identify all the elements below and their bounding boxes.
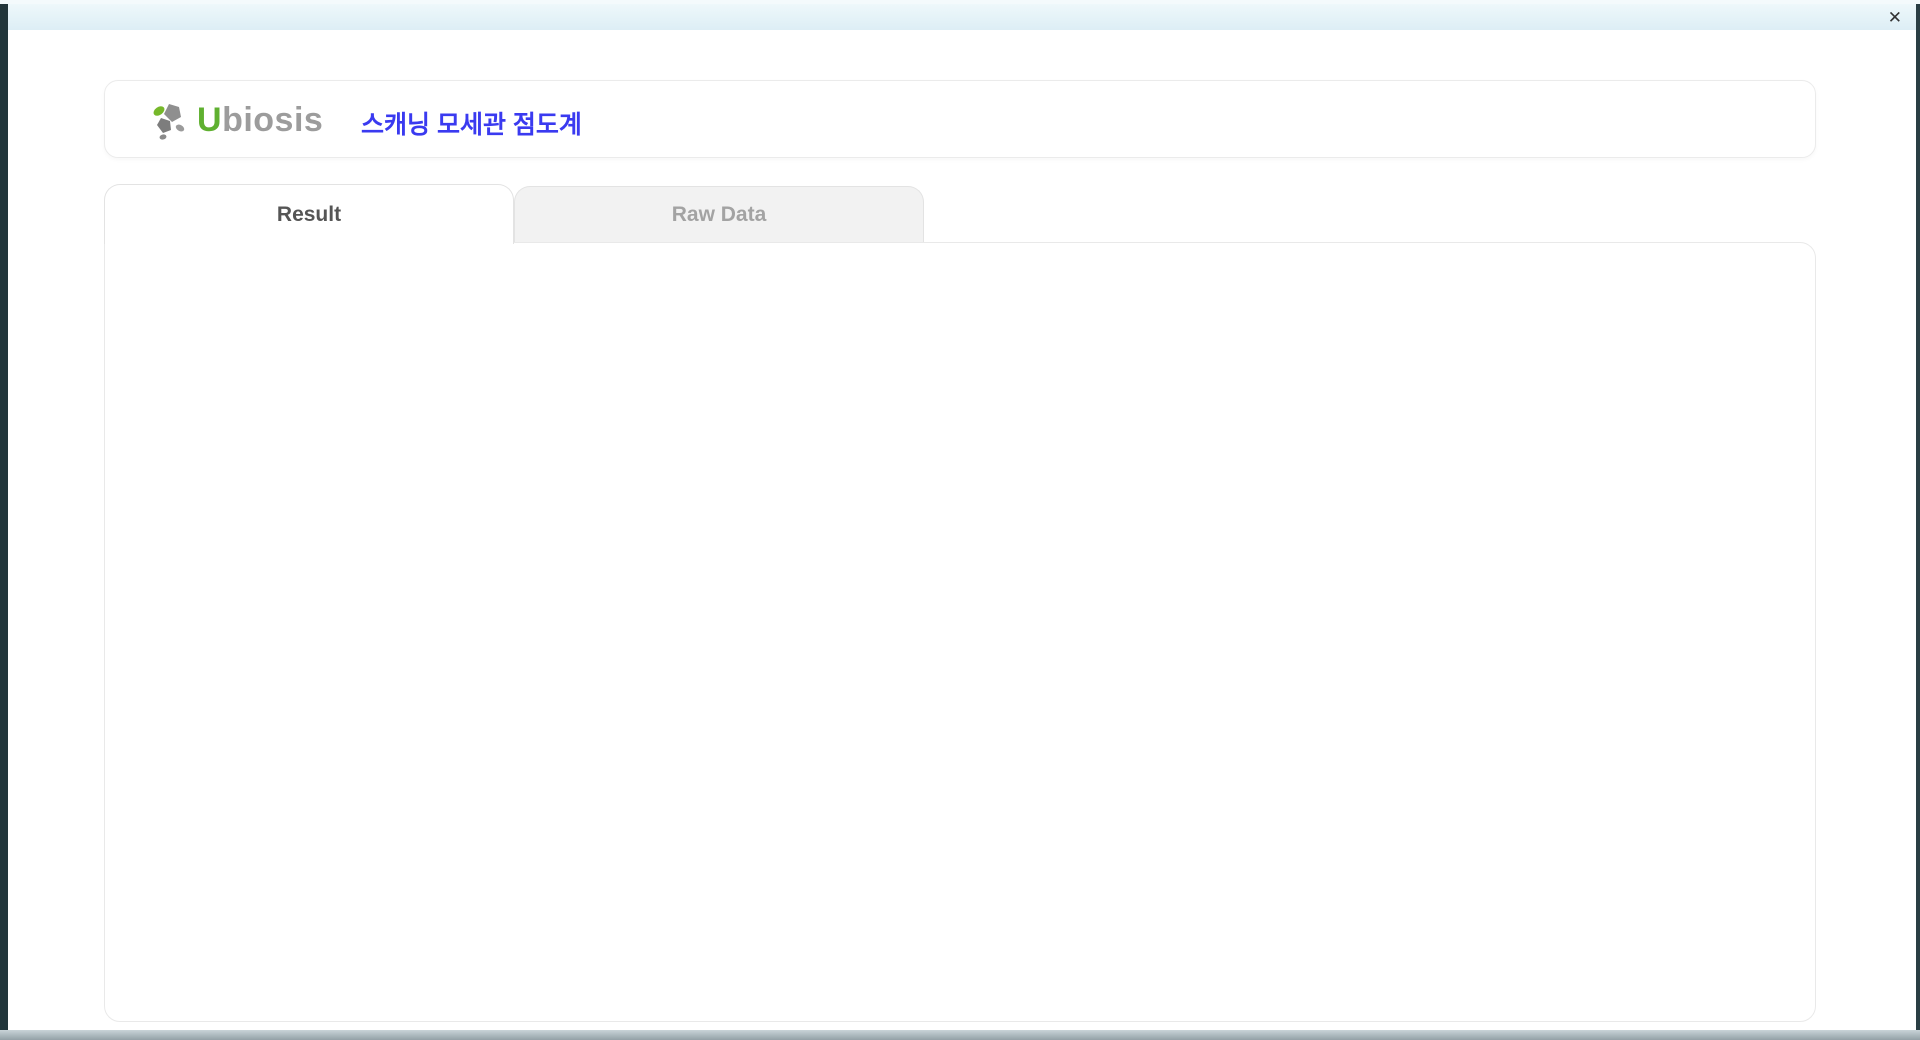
window-frame-left: [0, 4, 8, 1030]
ubiosis-logo-icon: [153, 104, 185, 140]
logo: Ubiosis: [149, 98, 323, 142]
window-titlebar: ✕: [8, 4, 1916, 30]
result-panel: [104, 242, 1816, 1022]
window-frame-right: [1916, 4, 1920, 1030]
header-bar: Ubiosis 스캐닝 모세관 점도계: [104, 80, 1816, 158]
window-frame-bottom: [0, 1030, 1920, 1040]
close-icon[interactable]: ✕: [1888, 9, 1902, 26]
tab-result[interactable]: Result: [104, 184, 514, 244]
tab-raw-data[interactable]: Raw Data: [514, 186, 924, 242]
app-title: 스캐닝 모세관 점도계: [361, 111, 582, 139]
logo-text: Ubiosis: [197, 100, 324, 139]
